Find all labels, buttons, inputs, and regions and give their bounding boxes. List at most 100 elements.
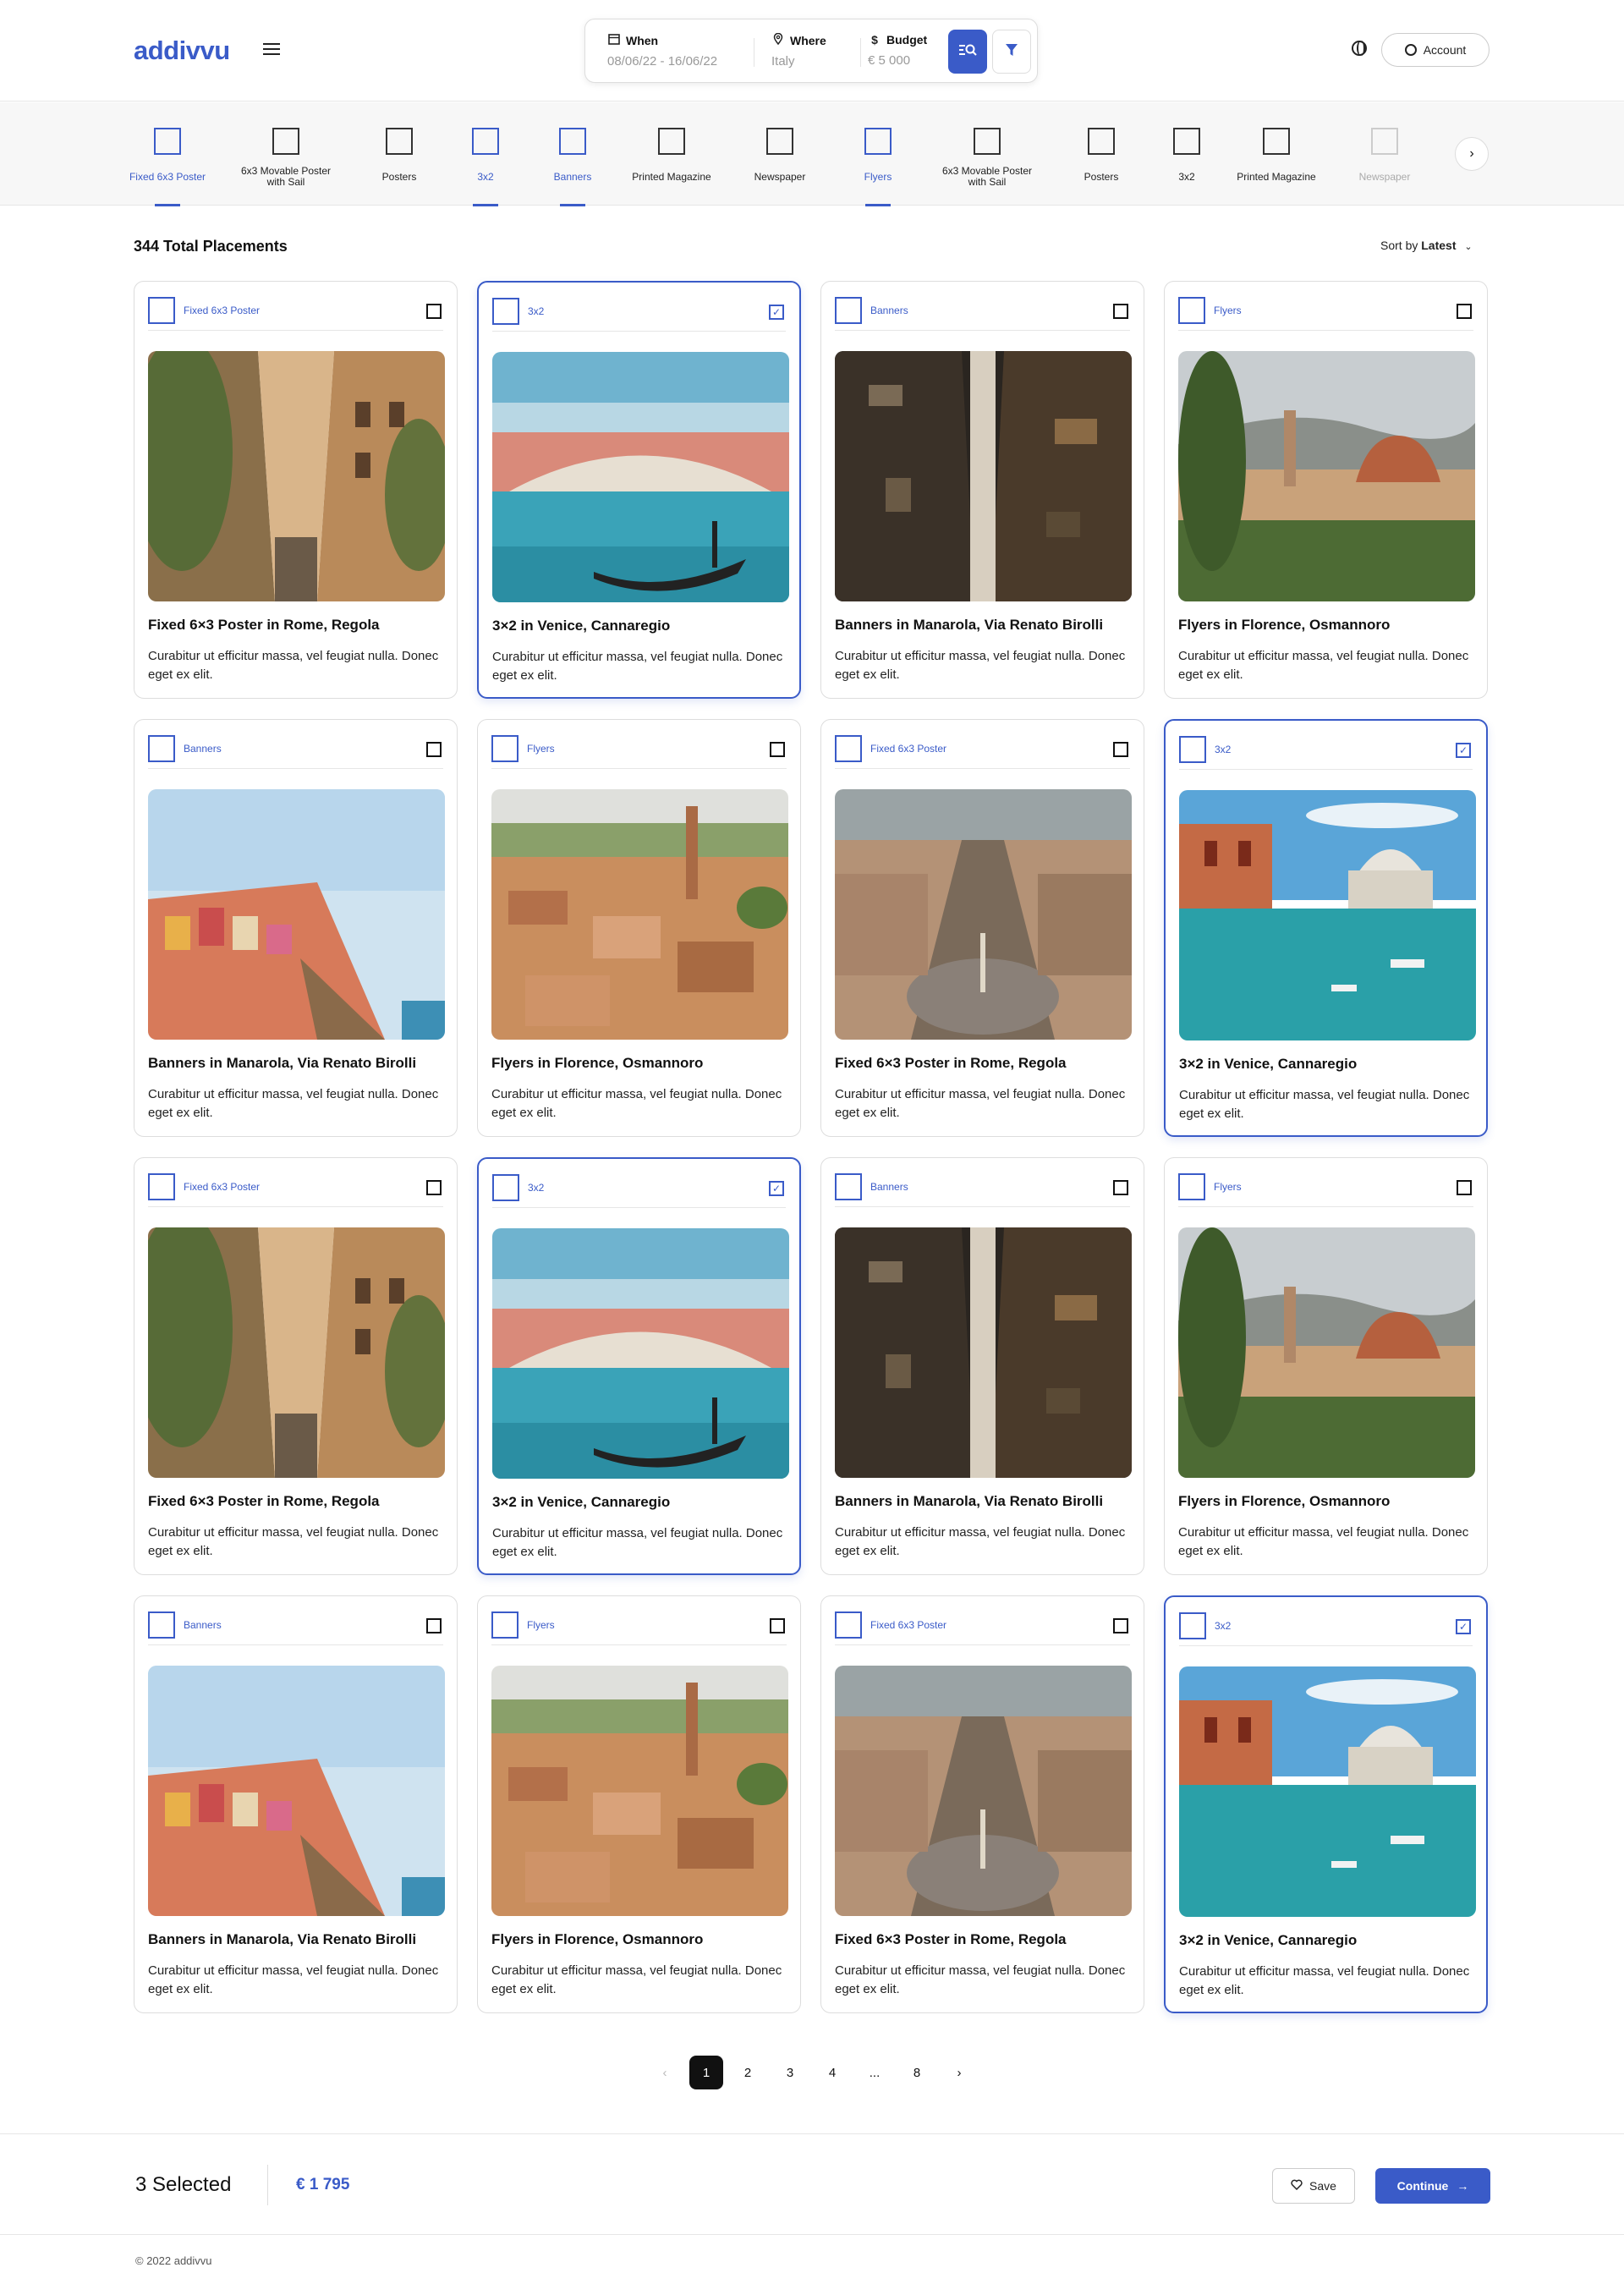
placement-card[interactable]: Flyers Flyers in Florence, Osmannoro Curab… <box>1164 1157 1488 1575</box>
category-item[interactable]: Banners <box>522 128 623 206</box>
placement-card[interactable]: 3x2 ✓ 3×2 in Venice, Cannaregio Curabitur u… <box>1164 719 1488 1137</box>
category-item[interactable]: Newspaper <box>729 128 831 189</box>
card-description: Curabitur ut efficitur massa, vel feugia… <box>148 1525 439 1558</box>
save-button[interactable]: Save <box>1272 2168 1355 2204</box>
select-checkbox[interactable] <box>1457 304 1472 319</box>
page-button[interactable]: 8 <box>900 2056 934 2089</box>
placement-card[interactable]: Banners Banners in Manarola, Via Renato B… <box>820 281 1144 699</box>
category-item[interactable]: Newspaper <box>1334 128 1435 189</box>
placement-card[interactable]: Flyers Flyers in Florence, Osmannoro Curab… <box>1164 281 1488 699</box>
placement-card[interactable]: 3x2 ✓ 3×2 in Venice, Cannaregio Curabitur u… <box>1164 1595 1488 2013</box>
card-title[interactable]: Banners in Manarola, Via Renato Birolli <box>148 1931 416 1948</box>
when-field[interactable]: When 08/06/22 - 16/06/22 <box>607 33 717 69</box>
select-checkbox[interactable] <box>426 742 442 757</box>
placement-photo[interactable] <box>491 789 788 1040</box>
placement-photo[interactable] <box>491 1666 788 1916</box>
placement-photo[interactable] <box>492 352 789 602</box>
category-item[interactable]: 6x3 Movable Poster with Sail <box>936 128 1038 189</box>
card-title[interactable]: Fixed 6×3 Poster in Rome, Regola <box>835 1055 1067 1072</box>
page-button[interactable]: 2 <box>731 2056 765 2089</box>
placement-photo[interactable] <box>148 351 445 601</box>
continue-button[interactable]: Continue → <box>1375 2168 1490 2204</box>
placement-card[interactable]: Banners Banners in Manarola, Via Renato B… <box>134 1595 458 2013</box>
account-button[interactable]: Account <box>1381 33 1490 67</box>
placement-photo[interactable] <box>835 351 1132 601</box>
card-title[interactable]: 3×2 in Venice, Cannaregio <box>1179 1056 1357 1073</box>
placement-photo[interactable] <box>835 1227 1132 1478</box>
card-title[interactable]: Banners in Manarola, Via Renato Birolli <box>835 1493 1103 1510</box>
page-button[interactable]: 3 <box>773 2056 807 2089</box>
placement-card[interactable]: Banners Banners in Manarola, Via Renato B… <box>820 1157 1144 1575</box>
select-checkbox[interactable] <box>426 1618 442 1633</box>
search-button[interactable] <box>948 30 987 74</box>
where-field[interactable]: Where Italy <box>771 32 826 69</box>
card-title[interactable]: Flyers in Florence, Osmannoro <box>491 1931 703 1948</box>
placement-photo[interactable] <box>835 1666 1132 1916</box>
placement-photo[interactable] <box>148 1227 445 1478</box>
select-checkbox[interactable]: ✓ <box>769 1181 784 1196</box>
placement-photo[interactable] <box>148 789 445 1040</box>
placement-card[interactable]: Fixed 6x3 Poster Fixed 6×3 Poster in Rome… <box>134 281 458 699</box>
select-checkbox[interactable] <box>1113 1180 1128 1195</box>
globe-icon[interactable] <box>1352 41 1367 56</box>
page-button[interactable]: 1 <box>689 2056 723 2089</box>
card-title[interactable]: 3×2 in Venice, Cannaregio <box>492 618 670 634</box>
select-checkbox[interactable] <box>1113 304 1128 319</box>
select-checkbox[interactable] <box>426 304 442 319</box>
budget-field[interactable]: $ Budget € 5 000 <box>868 33 927 68</box>
card-title[interactable]: Fixed 6×3 Poster in Rome, Regola <box>148 617 380 634</box>
sort-dropdown[interactable]: Sort by Latest ⌄ <box>1380 239 1473 252</box>
select-checkbox[interactable]: ✓ <box>1456 1619 1471 1634</box>
placement-card[interactable]: Fixed 6x3 Poster Fixed 6×3 Poster in Rome… <box>820 719 1144 1137</box>
placement-photo[interactable] <box>1179 790 1476 1040</box>
card-title[interactable]: Flyers in Florence, Osmannoro <box>1178 1493 1390 1510</box>
select-checkbox[interactable]: ✓ <box>769 305 784 320</box>
card-header: Flyers <box>1178 1173 1473 1207</box>
card-title[interactable]: Flyers in Florence, Osmannoro <box>491 1055 703 1072</box>
placement-card[interactable]: Fixed 6x3 Poster Fixed 6×3 Poster in Rome… <box>134 1157 458 1575</box>
card-title[interactable]: Flyers in Florence, Osmannoro <box>1178 617 1390 634</box>
placement-card[interactable]: 3x2 ✓ 3×2 in Venice, Cannaregio Curabitur u… <box>477 1157 801 1575</box>
page-button[interactable]: 4 <box>815 2056 849 2089</box>
logo[interactable]: addivvu <box>134 36 230 66</box>
card-title[interactable]: Banners in Manarola, Via Renato Birolli <box>835 617 1103 634</box>
select-checkbox[interactable] <box>1113 1618 1128 1633</box>
chevron-right-icon[interactable]: › <box>1455 137 1489 171</box>
select-checkbox[interactable]: ✓ <box>1456 743 1471 758</box>
category-item[interactable]: Flyers <box>827 128 929 206</box>
placement-photo[interactable] <box>1179 1666 1476 1917</box>
placement-card[interactable]: Flyers Flyers in Florence, Osmannoro Curab… <box>477 719 801 1137</box>
chevron-right-icon[interactable]: › <box>942 2056 976 2089</box>
category-icon <box>154 128 181 155</box>
card-title[interactable]: Banners in Manarola, Via Renato Birolli <box>148 1055 416 1072</box>
hamburger-menu-icon[interactable] <box>263 43 280 57</box>
select-checkbox[interactable] <box>770 742 785 757</box>
category-item[interactable]: 6x3 Movable Poster with Sail <box>235 128 337 189</box>
placement-card[interactable]: 3x2 ✓ 3×2 in Venice, Cannaregio Curabitur u… <box>477 281 801 699</box>
category-item[interactable]: 3x2 <box>435 128 536 206</box>
category-item[interactable]: Printed Magazine <box>621 128 722 189</box>
category-item[interactable]: 3x2 <box>1136 128 1237 189</box>
category-icon <box>1371 128 1398 155</box>
placement-photo[interactable] <box>148 1666 445 1916</box>
select-checkbox[interactable] <box>1457 1180 1472 1195</box>
select-checkbox[interactable] <box>770 1618 785 1633</box>
placement-photo[interactable] <box>1178 1227 1475 1478</box>
select-checkbox[interactable] <box>1113 742 1128 757</box>
placement-photo[interactable] <box>492 1228 789 1479</box>
select-checkbox[interactable] <box>426 1180 442 1195</box>
placement-card[interactable]: Fixed 6x3 Poster Fixed 6×3 Poster in Rome… <box>820 1595 1144 2013</box>
placement-card[interactable]: Banners Banners in Manarola, Via Renato B… <box>134 719 458 1137</box>
placement-card[interactable]: Flyers Flyers in Florence, Osmannoro Curab… <box>477 1595 801 2013</box>
card-title[interactable]: 3×2 in Venice, Cannaregio <box>492 1494 670 1511</box>
placement-photo[interactable] <box>835 789 1132 1040</box>
card-title[interactable]: Fixed 6×3 Poster in Rome, Regola <box>148 1493 380 1510</box>
card-title[interactable]: 3×2 in Venice, Cannaregio <box>1179 1932 1357 1949</box>
category-icon <box>835 297 862 324</box>
category-item[interactable]: Fixed 6x3 Poster <box>117 128 218 206</box>
chevron-left-icon[interactable]: ‹ <box>648 2056 682 2089</box>
filter-button[interactable] <box>992 30 1031 74</box>
placement-photo[interactable] <box>1178 351 1475 601</box>
category-item[interactable]: Printed Magazine <box>1226 128 1327 189</box>
card-title[interactable]: Fixed 6×3 Poster in Rome, Regola <box>835 1931 1067 1948</box>
